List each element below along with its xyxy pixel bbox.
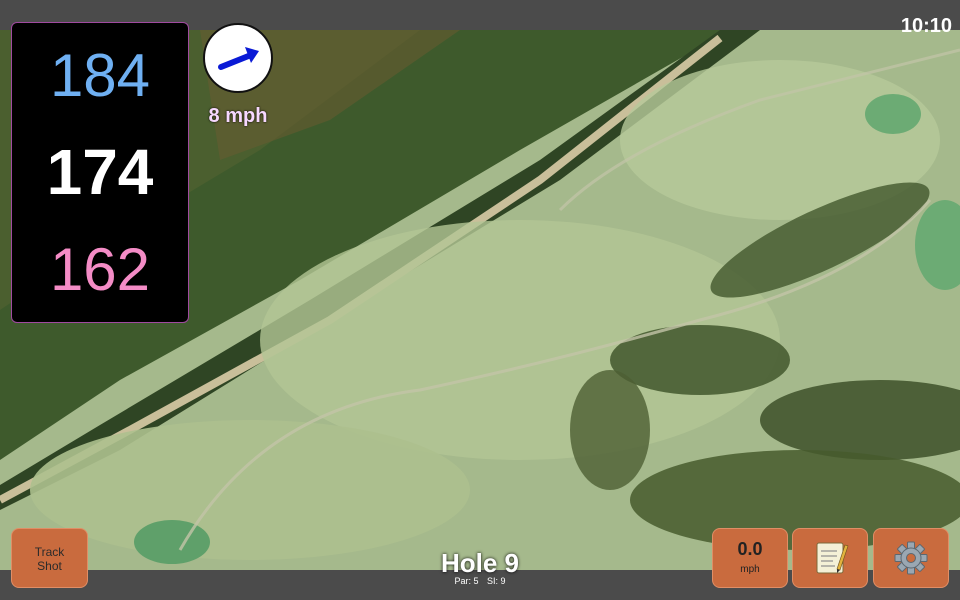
hole-meta: Par: 5 SI: 9 (380, 576, 580, 586)
hole-par: Par: 5 (454, 576, 479, 586)
settings-button[interactable] (873, 528, 949, 588)
wind-arrow-icon (218, 47, 259, 70)
notepad-icon (816, 542, 849, 574)
speed-button[interactable]: 0.0 mph (712, 528, 788, 588)
track-shot-label-line2: Shot (37, 559, 62, 573)
distance-middle: 174 (46, 136, 154, 208)
track-shot-button[interactable]: Track Shot (11, 528, 88, 588)
speed-unit: mph (740, 564, 760, 575)
hole-title: Hole 9 (440, 548, 520, 578)
hole-si: SI: 9 (487, 576, 506, 586)
distance-panel: 184 174 162 (11, 22, 189, 323)
distance-front: 162 (49, 236, 151, 303)
clock: 10:10 (900, 15, 952, 37)
gear-icon (894, 541, 928, 575)
wind-speed: 8 mph (208, 105, 268, 127)
speed-value: 0.0 (737, 539, 763, 559)
distance-back: 184 (49, 42, 151, 109)
wind-direction-dial (203, 23, 273, 93)
track-shot-label-line1: Track (34, 545, 65, 559)
notes-button[interactable] (792, 528, 868, 588)
